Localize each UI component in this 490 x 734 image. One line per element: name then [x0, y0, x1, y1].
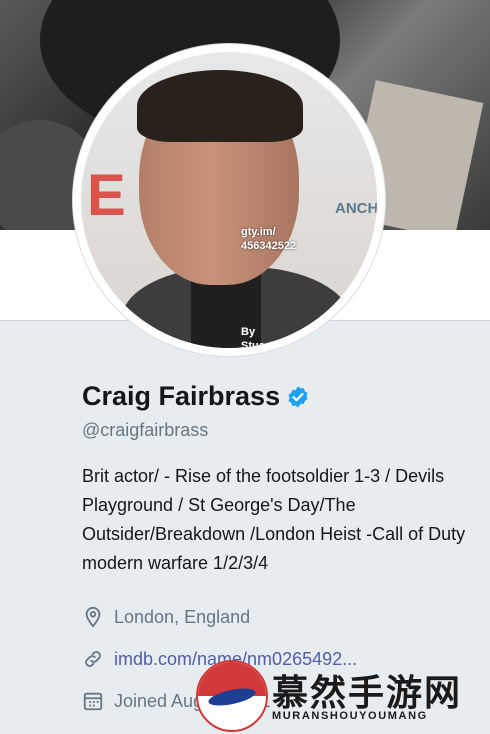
site-watermark-title: 慕然手游网 — [272, 672, 463, 714]
link-icon — [85, 651, 101, 667]
verified-badge-icon — [288, 386, 308, 407]
site-watermark-logo — [196, 660, 268, 732]
watermark-gty: gty.im/ — [241, 226, 276, 238]
site-watermark-subtitle: MURANSHOUYOUMANG — [272, 710, 428, 722]
avatar-photo: E OL ANCH gty.im/ 456342522 By Stuart C — [81, 52, 377, 348]
profile-avatar[interactable]: E OL ANCH gty.im/ 456342522 By Stuart C — [73, 44, 385, 356]
avatar-backdrop-anch: ANCH — [335, 200, 377, 217]
profile-handle[interactable]: @craigfairbrass — [82, 420, 208, 441]
profile-bio: Brit actor/ - Rise of the footsoldier 1-… — [82, 466, 466, 573]
location-pin-icon — [85, 606, 101, 628]
calendar-icon — [83, 692, 103, 711]
profile-location: London, England — [82, 606, 250, 628]
watermark-id: 456342522 — [241, 240, 297, 252]
watermark-by: By — [241, 326, 256, 338]
profile-name[interactable]: Craig Fairbrass — [82, 381, 280, 412]
location-text: London, England — [114, 606, 251, 627]
profile-name-row: Craig Fairbrass — [82, 381, 310, 412]
watermark-author: Stuart C — [241, 340, 284, 348]
